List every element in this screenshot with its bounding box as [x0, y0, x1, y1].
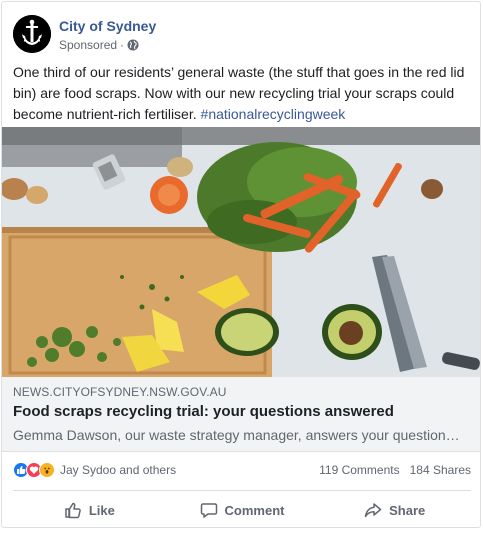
like-button[interactable]: Like — [13, 494, 166, 526]
hashtag-link[interactable]: #nationalrecyclingweek — [201, 106, 346, 122]
post-caption: One third of our residents’ general wast… — [13, 62, 471, 125]
engagement-stats: Jay Sydoo and others 119 Comments 184 Sh… — [13, 457, 471, 485]
link-preview[interactable]: NEWS.CITYOFSYDNEY.NSW.GOV.AU Food scraps… — [2, 377, 480, 452]
post-meta: Sponsored · — [59, 38, 139, 52]
comment-button[interactable]: Comment — [166, 494, 319, 526]
sponsored-label[interactable]: Sponsored — [59, 38, 117, 52]
actions-divider — [13, 490, 471, 491]
page-name-link[interactable]: City of Sydney — [59, 18, 156, 34]
share-arrow-icon — [364, 503, 382, 518]
page-avatar[interactable] — [13, 15, 51, 53]
like-label: Like — [88, 502, 115, 518]
share-label: Share — [389, 502, 426, 518]
comments-count[interactable]: 119 Comments — [319, 463, 399, 477]
comment-label: Comment — [224, 502, 285, 518]
action-bar: Like Comment Share — [13, 494, 471, 526]
globe-icon — [127, 39, 139, 51]
wow-icon — [39, 462, 55, 478]
post-image[interactable] — [2, 127, 480, 377]
meta-separator: · — [120, 38, 125, 52]
engagement-counts: 119 Comments 184 Shares — [319, 463, 471, 477]
share-button[interactable]: Share — [318, 494, 471, 526]
link-description: Gemma Dawson, our waste strategy manager… — [13, 427, 463, 443]
post-header: City of Sydney Sponsored · — [2, 2, 480, 64]
link-domain: NEWS.CITYOFSYDNEY.NSW.GOV.AU — [13, 385, 227, 399]
reactions-summary[interactable]: Jay Sydoo and others — [13, 462, 176, 478]
shares-count[interactable]: 184 Shares — [410, 463, 471, 477]
food-scraps-photo — [2, 127, 480, 377]
reactors-text[interactable]: Jay Sydoo and others — [60, 463, 176, 477]
thumbs-up-icon — [65, 502, 81, 519]
link-title[interactable]: Food scraps recycling trial: your questi… — [13, 403, 394, 420]
post-card: City of Sydney Sponsored · One third of … — [1, 1, 481, 528]
comment-bubble-icon — [200, 503, 217, 518]
city-crest-logo-icon — [13, 15, 51, 53]
